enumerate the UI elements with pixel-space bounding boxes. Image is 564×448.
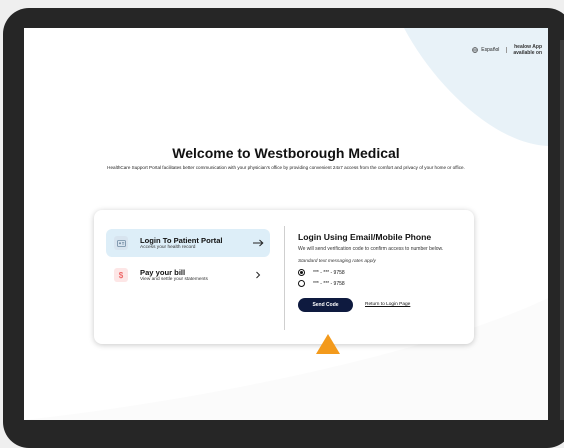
chevron-right-icon [256,271,261,279]
language-label: Español [481,47,500,53]
pay-bill-option[interactable]: $ Pay your bill View and settle your sta… [106,261,270,289]
radio-button-selected[interactable] [298,269,305,276]
phone-option-2[interactable]: *** - *** - 9758 [298,280,468,288]
login-title: Login Using Email/Mobile Phone [298,232,432,242]
login-subtitle: We will send verification code to confir… [298,246,444,252]
top-bar: Español healow App available on [472,44,542,56]
globe-icon [472,47,479,53]
send-code-button[interactable]: Send Code [298,297,353,312]
sms-rates-note: Standard text messaging rates apply [298,258,376,264]
screen: Español healow App available on Welcome … [24,28,548,420]
phone-option-label: *** - *** - 9758 [313,280,345,287]
pay-bill-title: Pay your bill [140,267,186,277]
card-divider [284,226,285,330]
healow-app-badge[interactable]: healow App available on [507,44,542,56]
app-line-2: available on [513,50,542,56]
pay-bill-subtitle: View and settle your statements [140,276,208,282]
radio-button[interactable] [298,280,305,287]
portal-card-icon [114,236,128,250]
phone-option-label: *** - *** - 9758 [313,269,345,276]
language-switch[interactable]: Español [472,47,508,53]
patient-portal-option[interactable]: Login To Patient Portal Access your heal… [106,229,270,257]
login-card: Login To Patient Portal Access your heal… [94,210,474,344]
dollar-icon: $ [114,268,128,282]
pointer-triangle-icon [316,334,340,354]
page-description: HealthCare Support Portal facilitates be… [107,165,465,170]
page-title: Welcome to Westborough Medical [172,145,400,161]
patient-portal-subtitle: Access your health record [140,244,196,250]
login-panel: Login Using Email/Mobile Phone We will s… [298,232,468,312]
return-to-login-link[interactable]: Return to Login Page [365,302,410,307]
patient-portal-title: Login To Patient Portal [140,235,223,245]
phone-option-1[interactable]: *** - *** - 9758 [298,269,468,277]
arrow-right-icon [253,239,264,247]
